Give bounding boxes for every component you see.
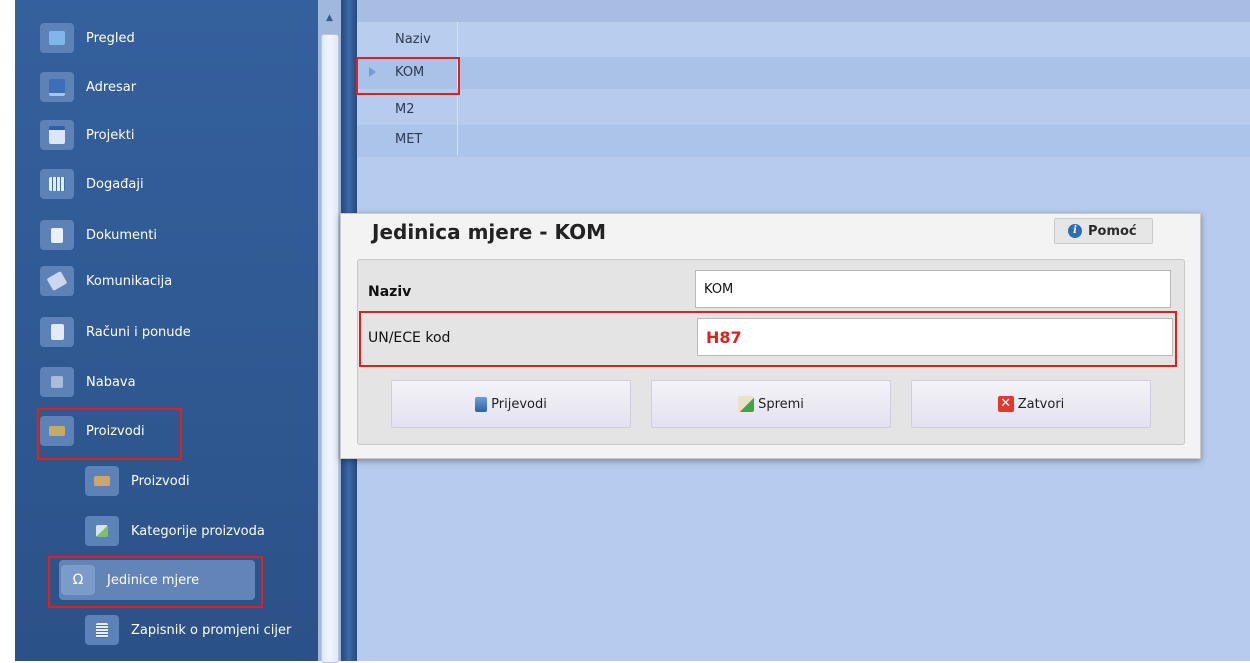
sidebar-item-label: Dokumenti — [86, 227, 157, 243]
sidebar-subitem-label: Zapisnik o promjeni cijer — [131, 622, 292, 638]
close-button[interactable]: ✕ Zatvori — [911, 380, 1151, 428]
procurement-icon — [40, 367, 74, 397]
sidebar-item-nabava[interactable]: Nabava — [40, 367, 136, 397]
sidebar-item-projekti[interactable]: Projekti — [40, 120, 134, 150]
sidebar-subitem-label: Proizvodi — [131, 473, 190, 489]
invoice-icon — [40, 317, 74, 347]
highlight-box — [37, 408, 182, 460]
toolbar — [357, 0, 1250, 22]
table-row[interactable]: M2 — [357, 95, 1250, 127]
sidebar-item-racuni[interactable]: Računi i ponude — [40, 317, 191, 347]
translations-icon — [475, 396, 488, 412]
sidebar-scrollbar[interactable]: ▲ — [318, 0, 341, 663]
sidebar-item-dokumenti[interactable]: Dokumenti — [40, 220, 157, 250]
categories-icon — [85, 516, 119, 546]
phone-icon — [40, 266, 74, 296]
column-header-naziv[interactable]: Naziv — [385, 22, 458, 57]
sidebar-item-komunikacija[interactable]: Komunikacija — [40, 266, 172, 296]
save-button[interactable]: Spremi — [651, 380, 891, 428]
close-label: Zatvori — [1017, 396, 1065, 412]
naziv-field[interactable]: KOM — [695, 270, 1171, 308]
sidebar-subitem-zapisnik[interactable]: Zapisnik o promjeni cijer — [85, 615, 291, 645]
sidebar-item-label: Adresar — [86, 79, 137, 95]
sidebar-item-label: Računi i ponude — [86, 324, 191, 340]
save-label: Spremi — [758, 396, 804, 412]
save-icon — [738, 396, 755, 412]
dialog-title: Jedinica mjere - KOM — [372, 220, 607, 244]
help-label: Pomoć — [1088, 223, 1137, 239]
calendar-icon — [40, 169, 74, 199]
address-book-icon — [40, 72, 74, 102]
naziv-label: Naziv — [368, 284, 412, 300]
sidebar-subitem-label: Kategorije proizvoda — [131, 523, 265, 539]
table-cell[interactable]: M2 — [385, 95, 458, 125]
grid-header — [357, 22, 1250, 57]
highlight-box — [359, 311, 1177, 367]
price-log-icon — [85, 615, 119, 645]
translations-button[interactable]: Prijevodi — [391, 380, 631, 428]
table-row[interactable]: MET — [357, 125, 1250, 157]
sidebar-item-label: Komunikacija — [86, 273, 173, 289]
products-icon — [85, 466, 119, 496]
highlight-box — [356, 57, 460, 95]
close-icon: ✕ — [997, 396, 1014, 412]
sidebar-item-label: Nabava — [86, 374, 136, 390]
table-row[interactable]: KOM — [357, 57, 1250, 89]
table-cell[interactable]: MET — [385, 125, 458, 155]
scroll-thumb[interactable] — [321, 34, 339, 663]
translations-label: Prijevodi — [491, 396, 547, 412]
info-icon: i — [1068, 224, 1082, 238]
sidebar-item-pregled[interactable]: Pregled — [40, 23, 135, 53]
sidebar-item-adresar[interactable]: Adresar — [40, 72, 136, 102]
sidebar-item-label: Događaji — [86, 176, 144, 192]
sidebar-subitem-kategorije[interactable]: Kategorije proizvoda — [85, 516, 265, 546]
sidebar-subitem-proizvodi[interactable]: Proizvodi — [85, 466, 190, 496]
projects-icon — [40, 120, 74, 150]
sidebar-item-dogadaji[interactable]: Događaji — [40, 169, 144, 199]
sidebar-item-label: Projekti — [86, 127, 135, 143]
scroll-up-icon[interactable]: ▲ — [318, 8, 341, 28]
overview-icon — [40, 23, 74, 53]
documents-icon — [40, 220, 74, 250]
highlight-box — [48, 556, 263, 608]
help-button[interactable]: i Pomoć — [1054, 218, 1153, 244]
sidebar-item-label: Pregled — [86, 30, 135, 46]
